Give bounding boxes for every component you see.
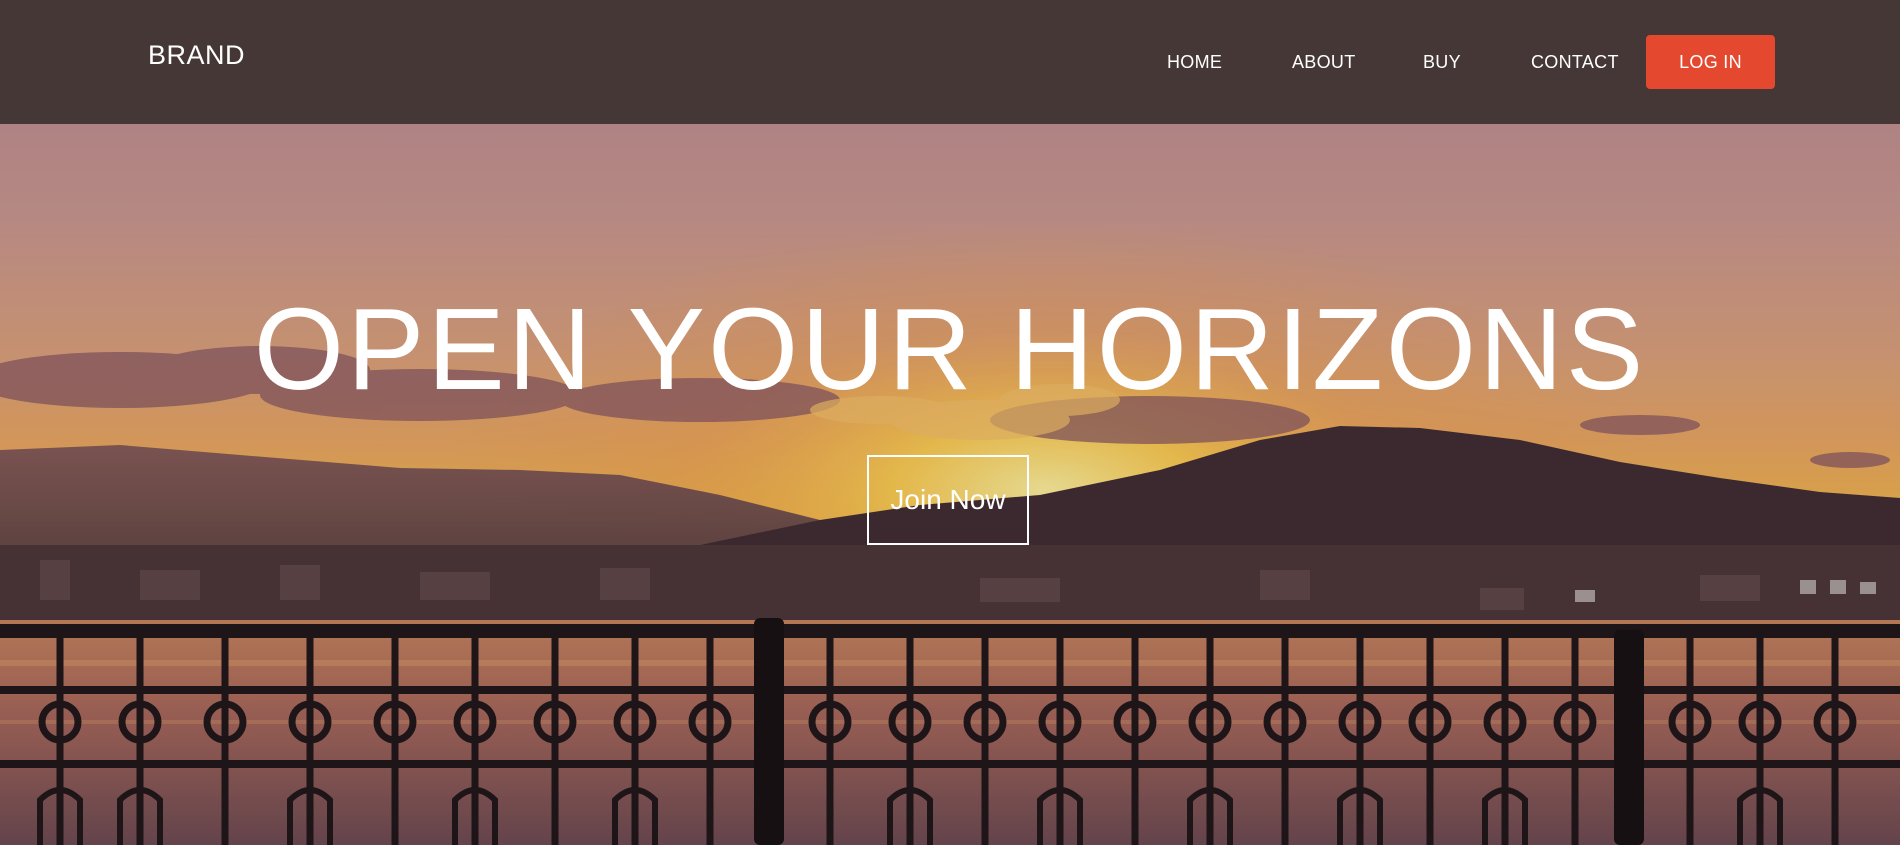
nav-link-home[interactable]: HOME [1167, 52, 1222, 73]
nav-link-contact[interactable]: CONTACT [1531, 52, 1619, 73]
login-button[interactable]: LOG IN [1646, 35, 1775, 89]
brand-logo[interactable]: BRAND [148, 40, 245, 71]
top-navigation-bar: BRAND HOME ABOUT BUY CONTACT LOG IN [0, 0, 1900, 124]
hero-title: OPEN YOUR HORIZONS [253, 284, 1647, 414]
hero-background-image [0, 0, 1900, 845]
join-now-button[interactable]: Join Now [867, 455, 1029, 545]
nav-link-buy[interactable]: BUY [1423, 52, 1461, 73]
nav-link-about[interactable]: ABOUT [1292, 52, 1356, 73]
landing-page: BRAND HOME ABOUT BUY CONTACT LOG IN OPEN… [0, 0, 1900, 845]
